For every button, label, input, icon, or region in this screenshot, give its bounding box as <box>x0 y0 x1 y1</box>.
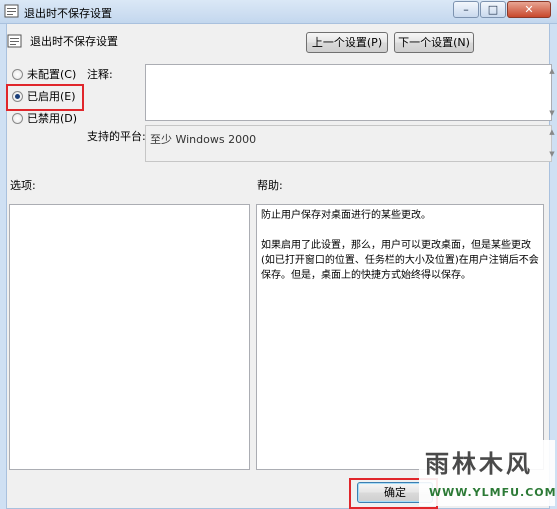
help-pane: 防止用户保存对桌面进行的某些更改。 如果启用了此设置，那么，用户可以更改桌面，但… <box>256 204 544 470</box>
watermark-logo: 雨林木风 WWW.YLMFU.COM <box>419 440 557 506</box>
close-icon: ✕ <box>524 3 534 16</box>
next-setting-button[interactable]: 下一个设置(N) <box>394 32 474 53</box>
help-label: 帮助: <box>257 179 283 192</box>
comment-label: 注释: <box>87 68 113 81</box>
previous-setting-button[interactable]: 上一个设置(P) <box>306 32 388 53</box>
minimize-icon: – <box>463 3 469 16</box>
title-bar: 退出时不保存设置 – □ ✕ <box>0 0 557 24</box>
window-title: 退出时不保存设置 <box>24 7 112 20</box>
radio-label: 未配置(C) <box>27 68 77 81</box>
radio-button[interactable] <box>12 68 23 80</box>
options-pane <box>9 204 250 470</box>
radio-label: 已禁用(D) <box>27 112 78 125</box>
radio-disabled[interactable]: 已禁用(D) <box>12 110 77 126</box>
watermark-text: 雨林木风 <box>425 449 533 478</box>
minimize-button[interactable]: – <box>453 1 479 18</box>
help-text: 防止用户保存对桌面进行的某些更改。 如果启用了此设置，那么，用户可以更改桌面，但… <box>261 208 539 298</box>
options-label: 选项: <box>10 179 36 192</box>
maximize-icon: □ <box>487 3 499 16</box>
watermark-url: WWW.YLMFU.COM <box>429 486 557 499</box>
close-button[interactable]: ✕ <box>507 1 551 18</box>
radio-not-configured[interactable]: 未配置(C) <box>12 66 76 82</box>
setting-icon <box>7 34 22 48</box>
policy-icon <box>4 4 19 18</box>
maximize-button[interactable]: □ <box>480 1 506 18</box>
scroll-down-icon[interactable]: ▼ <box>547 109 557 118</box>
scroll-up-icon[interactable]: ▲ <box>547 128 557 137</box>
supported-platform-field: 至少 Windows 2000 ▲ ▼ <box>145 125 555 162</box>
platform-value: 至少 Windows 2000 <box>150 133 257 146</box>
platform-label: 支持的平台: <box>87 130 146 143</box>
setting-name: 退出时不保存设置 <box>30 35 118 48</box>
scroll-down-icon[interactable]: ▼ <box>547 150 557 159</box>
help-paragraph: 防止用户保存对桌面进行的某些更改。 <box>261 210 431 221</box>
radio-button[interactable] <box>12 112 23 124</box>
help-paragraph: 如果启用了此设置，那么，用户可以更改桌面，但是某些更改(如已打开窗口的位置、任务… <box>261 240 539 281</box>
scroll-up-icon[interactable]: ▲ <box>547 67 557 76</box>
comment-textarea[interactable]: ▲ ▼ <box>145 64 555 121</box>
highlight-box <box>6 84 84 111</box>
